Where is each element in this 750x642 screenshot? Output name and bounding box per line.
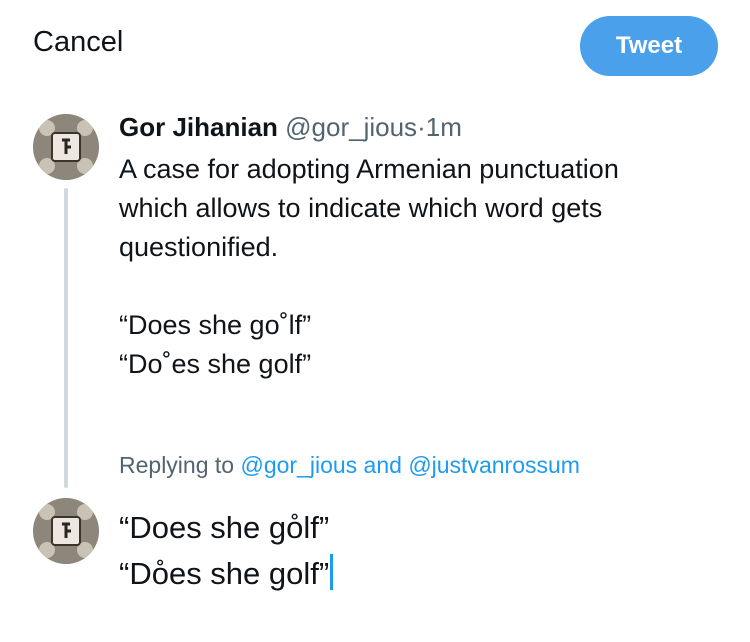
tweet-text-line: questionified.	[119, 232, 279, 262]
text-cursor	[330, 554, 334, 590]
draft-line-text[interactable]: “Do̊es she golf”	[119, 556, 329, 591]
tweet-text-line: “Do˚es she golf”	[119, 349, 312, 379]
tweet-timestamp[interactable]: 1m	[426, 112, 462, 142]
tweet-text-line: A case for adopting Armenian punctuation	[119, 154, 619, 184]
tweet-text-line: which allows to indicate which word gets	[119, 193, 603, 223]
tweet-button[interactable]: Tweet	[580, 16, 718, 76]
separator-dot: ·	[417, 112, 426, 142]
author-name[interactable]: Gor Jihanian	[119, 112, 278, 142]
tweet-header: Gor Jihanian @gor_jious·1m	[119, 112, 462, 143]
draft-line[interactable]: “Do̊es she golf”	[119, 551, 334, 597]
tweet-text-line: “Does she go˚lf”	[119, 310, 312, 340]
author-avatar[interactable]	[33, 114, 99, 180]
tweet-text: A case for adopting Armenian punctuation…	[119, 150, 719, 384]
mention-conjunction[interactable]: and	[364, 452, 402, 478]
avatar-icon	[33, 114, 99, 180]
user-avatar[interactable]	[33, 498, 99, 564]
thread-connector-line	[64, 188, 68, 488]
reply-compose-textarea[interactable]: “Does she go̊lf” “Do̊es she golf”	[119, 505, 334, 597]
cancel-button[interactable]: Cancel	[33, 26, 123, 59]
avatar-icon	[33, 498, 99, 564]
replying-to-line: Replying to @gor_jious and @justvanrossu…	[119, 452, 580, 479]
replying-prefix: Replying to	[119, 452, 235, 478]
author-handle[interactable]: @gor_jious	[285, 112, 417, 142]
draft-line[interactable]: “Does she go̊lf”	[119, 505, 333, 551]
mention-link[interactable]: @gor_jious	[240, 452, 357, 478]
mention-link[interactable]: @justvanrossum	[408, 452, 580, 478]
